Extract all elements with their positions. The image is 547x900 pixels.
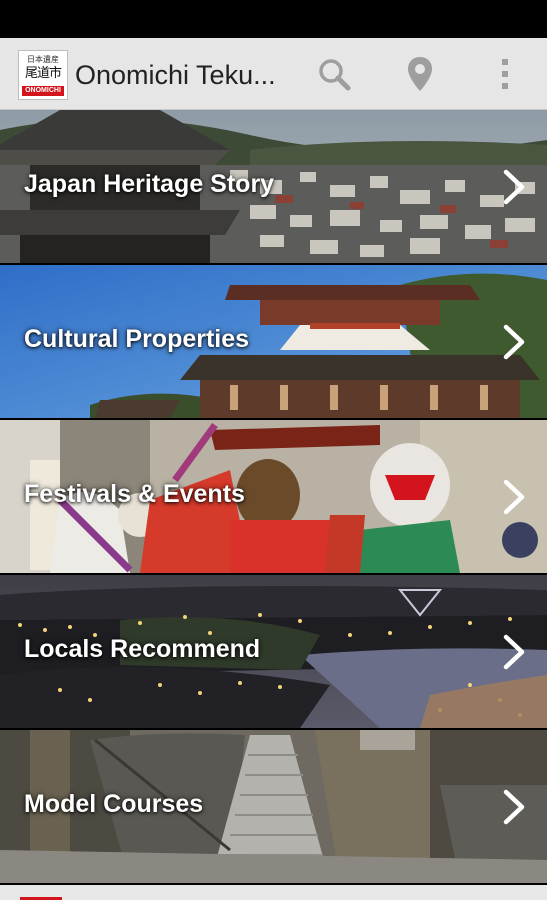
menu-item-label: Model Courses <box>24 790 204 818</box>
action-bar: 日本遺産 尾道市 ONOMICHI Onomichi Teku... <box>0 38 547 110</box>
search-icon <box>319 59 351 91</box>
app-title: Onomichi Teku... <box>75 60 276 90</box>
menu-item-label: Japan Heritage Story <box>24 170 275 198</box>
menu-item-label: Cultural Properties <box>24 325 250 353</box>
logo-line-2: 尾道市 <box>24 66 62 81</box>
overflow-menu-button[interactable] <box>485 54 525 94</box>
logo-badge: ONOMICHI <box>22 86 64 96</box>
menu-item-label: Locals Recommend <box>24 635 261 663</box>
chevron-right-icon <box>503 479 525 515</box>
status-bar <box>0 0 547 38</box>
chevron-right-icon <box>503 324 525 360</box>
menu-item-model-courses[interactable]: Model Courses <box>0 730 547 883</box>
logo-line-1: 日本遺産 <box>27 55 59 64</box>
menu-item-locals-recommend[interactable]: Locals Recommend <box>0 575 547 728</box>
menu-item-label: Festivals & Events <box>24 480 245 508</box>
menu-item-festivals-events[interactable]: Festivals & Events <box>0 420 547 573</box>
search-button[interactable] <box>314 54 354 94</box>
app-logo[interactable]: 日本遺産 尾道市 ONOMICHI <box>18 50 68 100</box>
menu-item-cultural-properties[interactable]: Cultural Properties <box>0 265 547 418</box>
overflow-menu-icon <box>502 59 508 89</box>
menu-item-japan-heritage-story[interactable]: Japan Heritage Story <box>0 110 547 263</box>
map-button[interactable] <box>400 54 440 94</box>
chevron-right-icon <box>503 634 525 670</box>
chevron-right-icon <box>503 169 525 205</box>
map-pin-icon <box>408 57 432 91</box>
chevron-right-icon <box>503 789 525 825</box>
bottom-bar <box>0 885 547 900</box>
menu-list: Japan Heritage Story Cultural Properties… <box>0 110 547 885</box>
